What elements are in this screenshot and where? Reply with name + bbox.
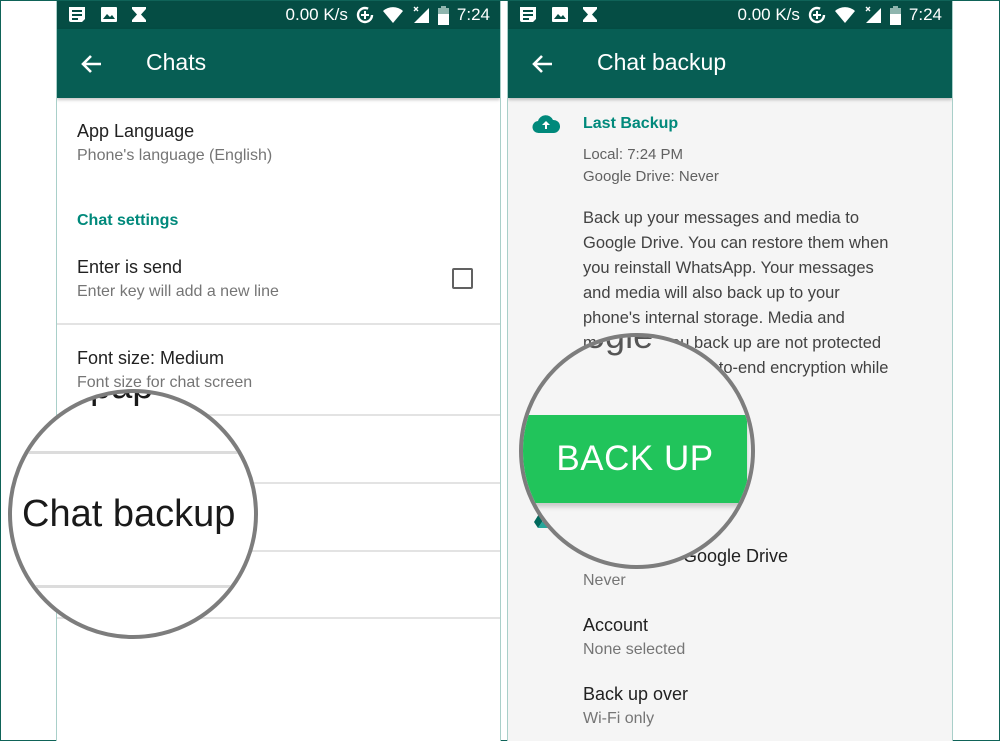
image-icon — [552, 7, 568, 22]
data-saver-icon — [356, 6, 374, 24]
divider — [12, 585, 254, 588]
last-backup-google-drive: Google Drive: Never — [583, 168, 719, 185]
page-title: Chats — [146, 49, 207, 75]
account-value: None selected — [583, 641, 686, 658]
wifi-icon — [382, 7, 403, 23]
status-bar: 0.00 K/s 7:24 — [57, 1, 500, 29]
signal-icon — [413, 6, 429, 23]
account-title[interactable]: Account — [583, 615, 648, 636]
wifi-icon — [834, 7, 855, 23]
description-line: Back up your messages and media to — [583, 209, 860, 227]
divider — [57, 323, 500, 325]
clock: 7:24 — [908, 5, 942, 24]
page-title: Chat backup — [597, 49, 727, 75]
description-line: you reinstall WhatsApp. Your messages — [583, 259, 874, 277]
hourglass-icon — [583, 7, 597, 22]
description-line: and media will also back up to your — [583, 284, 840, 302]
divider — [12, 451, 254, 454]
cloud-upload-icon — [532, 115, 560, 134]
screenshot-frame: 0.00 K/s 7:24 Chats App Language Phone's… — [0, 0, 1000, 741]
battery-icon — [437, 5, 449, 25]
pref-title: Enter is send — [77, 257, 183, 277]
data-saver-icon — [808, 6, 826, 24]
last-backup-local: Local: 7:24 PM — [583, 146, 684, 163]
status-indicators: 0.00 K/s 7:24 — [738, 1, 942, 29]
signal-icon — [865, 6, 881, 23]
enter-is-send-checkbox[interactable] — [452, 268, 473, 289]
description-line: phone's internal storage. Media and — [583, 309, 845, 327]
backup-to-google-drive-value: Never — [583, 572, 626, 589]
description-line: Google Drive. You can restore them when — [583, 234, 889, 252]
pref-enter-is-send[interactable]: Enter is send Enter key will add a new l… — [77, 257, 279, 301]
section-header-last-backup: Last Backup — [583, 115, 679, 132]
app-bar: Chats — [57, 29, 500, 98]
pref-app-language[interactable]: App Language Phone's language (English) — [77, 121, 272, 165]
pref-subtitle: Enter key will add a new line — [77, 283, 279, 300]
battery-icon — [889, 5, 901, 25]
pref-subtitle: Phone's language (English) — [77, 147, 273, 164]
back-up-button[interactable]: BACK UP — [523, 415, 747, 503]
pref-title: Font size: Medium — [77, 348, 225, 368]
hourglass-icon — [132, 7, 146, 22]
status-bar: 0.00 K/s 7:24 — [508, 1, 952, 29]
magnifier-chat-backup: pap Chat backup — [8, 389, 258, 639]
magnifier-back-up-button: oogle BACK UP — [519, 333, 755, 569]
network-speed: 0.00 K/s — [737, 5, 800, 24]
network-speed: 0.00 K/s — [285, 5, 348, 24]
app-bar: Chat backup — [508, 29, 952, 98]
back-up-over-value: Wi-Fi only — [583, 710, 655, 727]
magnified-partial-text: oogle — [565, 333, 654, 356]
pref-font-size[interactable]: Font size: Medium Font size for chat scr… — [77, 348, 252, 392]
image-icon — [101, 7, 117, 22]
chat-backup-item[interactable]: Chat backup — [22, 493, 235, 536]
section-header-chat-settings: Chat settings — [77, 212, 179, 229]
notes-icon — [69, 7, 85, 22]
clock: 7:24 — [456, 5, 490, 24]
pref-subtitle: Font size for chat screen — [77, 374, 253, 391]
back-arrow-icon[interactable] — [79, 51, 105, 77]
notes-icon — [520, 7, 536, 22]
status-indicators: 0.00 K/s 7:24 — [286, 1, 490, 29]
pref-title: App Language — [77, 121, 195, 141]
back-arrow-icon[interactable] — [530, 51, 556, 77]
back-up-over-title[interactable]: Back up over — [583, 684, 688, 705]
